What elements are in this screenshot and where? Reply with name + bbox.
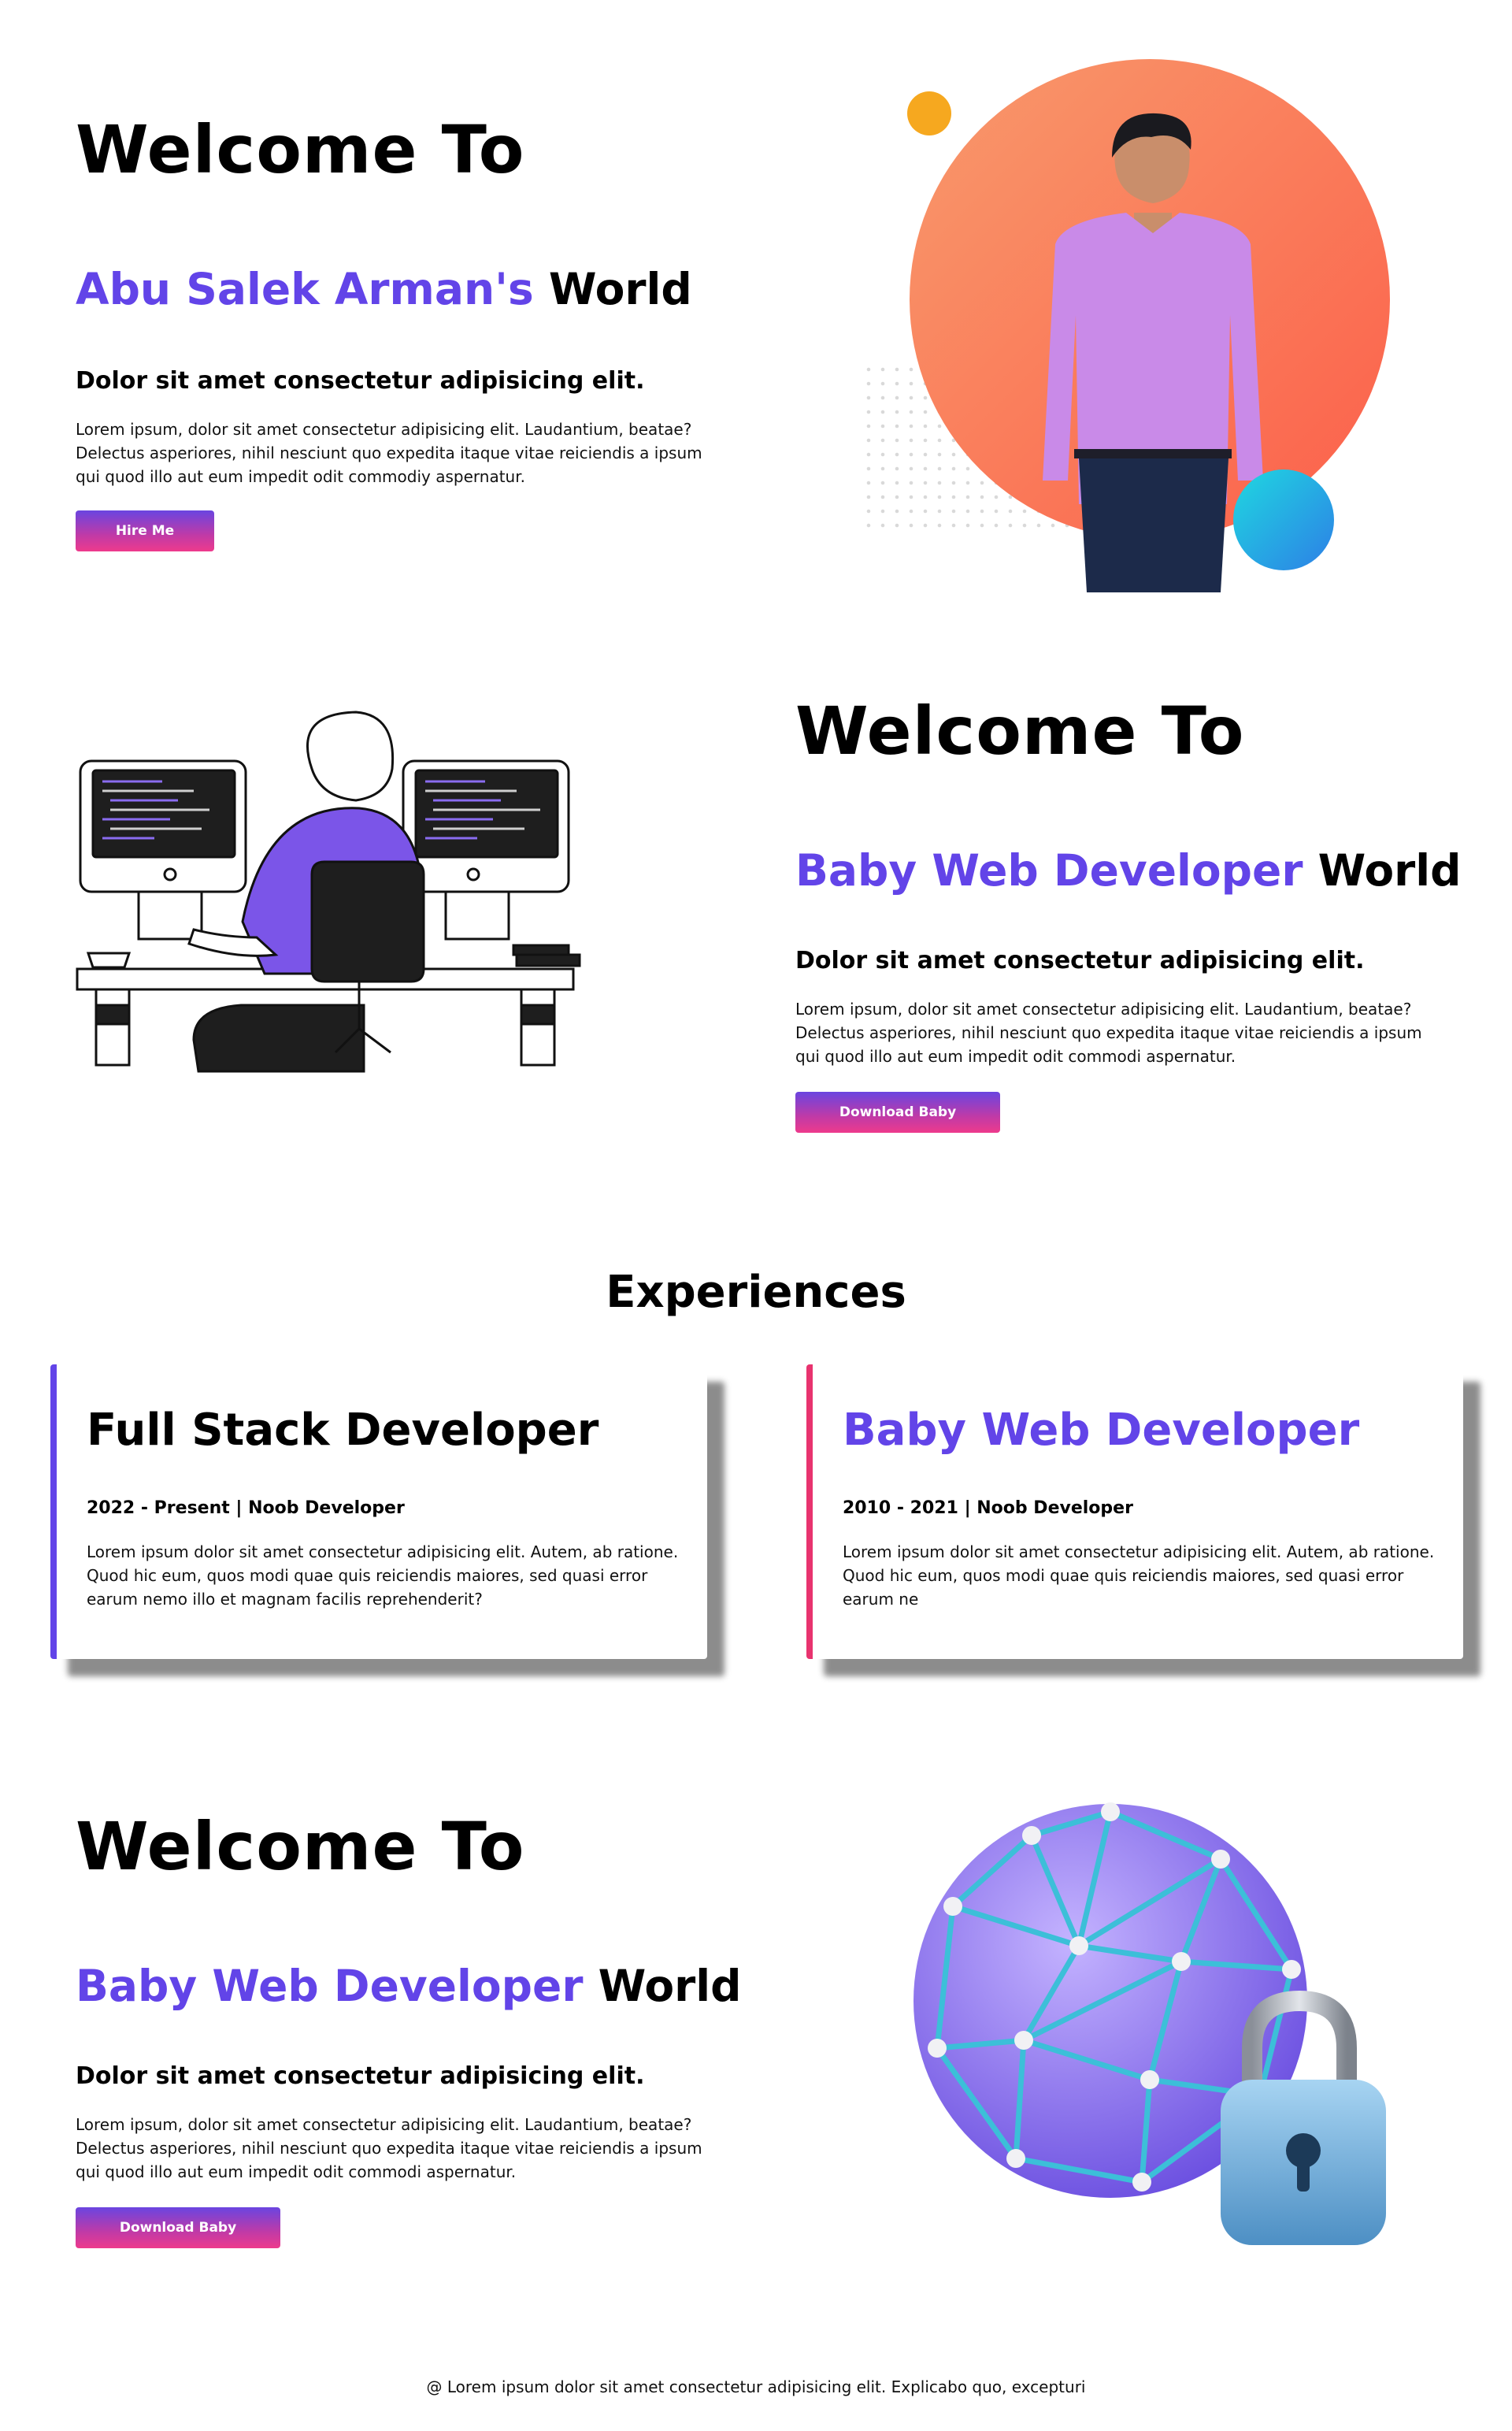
section2-paragraph: Lorem ipsum, dolor sit amet consectetur …	[795, 1000, 1422, 1066]
hero-welcome-heading: Welcome To	[76, 111, 525, 188]
hero-tagline: Abu Salek Arman's World	[76, 268, 692, 311]
experience-card-title: Full Stack Developer	[87, 1405, 599, 1456]
profile-photo	[866, 59, 1390, 592]
section4-welcome-heading: Welcome To	[76, 1808, 525, 1885]
section2-name: Baby Web Developer	[795, 845, 1303, 896]
section4-paragraph: Lorem ipsum, dolor sit amet consectetur …	[76, 2115, 702, 2181]
experience-card-description: Lorem ipsum dolor sit amet consectetur a…	[843, 1542, 1435, 1609]
download-baby-button[interactable]: Download Baby	[76, 2207, 280, 2248]
footer-text: @ Lorem ipsum dolor sit amet consectetur…	[426, 2377, 1086, 2396]
network-sphere-with-lock-illustration	[914, 1802, 1386, 2245]
hero-paragraph: Lorem ipsum, dolor sit amet consectetur …	[76, 420, 702, 486]
experience-card-dates: 2010 - 2021 | Noob Developer	[843, 1498, 1133, 1518]
section2-world: World	[1317, 845, 1462, 896]
experience-card-title: Baby Web Developer	[843, 1405, 1360, 1456]
experience-card: Baby Web Developer 2010 - 2021 | Noob De…	[806, 1364, 1463, 1659]
hero-name: Abu Salek Arman's	[76, 264, 534, 314]
section4-tagline: Baby Web Developer World	[76, 1965, 741, 2008]
hero-subheading: Dolor sit amet consectetur adipisicing e…	[76, 367, 645, 395]
section4-subheading: Dolor sit amet consectetur adipisicing e…	[76, 2062, 645, 2090]
section4-name: Baby Web Developer	[76, 1961, 584, 2011]
section2-welcome-heading: Welcome To	[795, 692, 1245, 770]
experience-card: Full Stack Developer 2022 - Present | No…	[50, 1364, 707, 1659]
section2-subheading: Dolor sit amet consectetur adipisicing e…	[795, 947, 1365, 974]
experience-card-dates: 2022 - Present | Noob Developer	[87, 1498, 405, 1518]
hero-world: World	[548, 264, 692, 314]
experiences-title: Experiences	[606, 1267, 906, 1318]
section2-tagline: Baby Web Developer World	[795, 849, 1461, 893]
hire-me-button[interactable]: Hire Me	[76, 510, 214, 551]
download-baby-button[interactable]: Download Baby	[795, 1092, 1000, 1133]
experience-card-description: Lorem ipsum dolor sit amet consectetur a…	[87, 1542, 679, 1609]
developer-at-desk-illustration	[76, 711, 581, 1073]
section4-world: World	[598, 1961, 742, 2011]
